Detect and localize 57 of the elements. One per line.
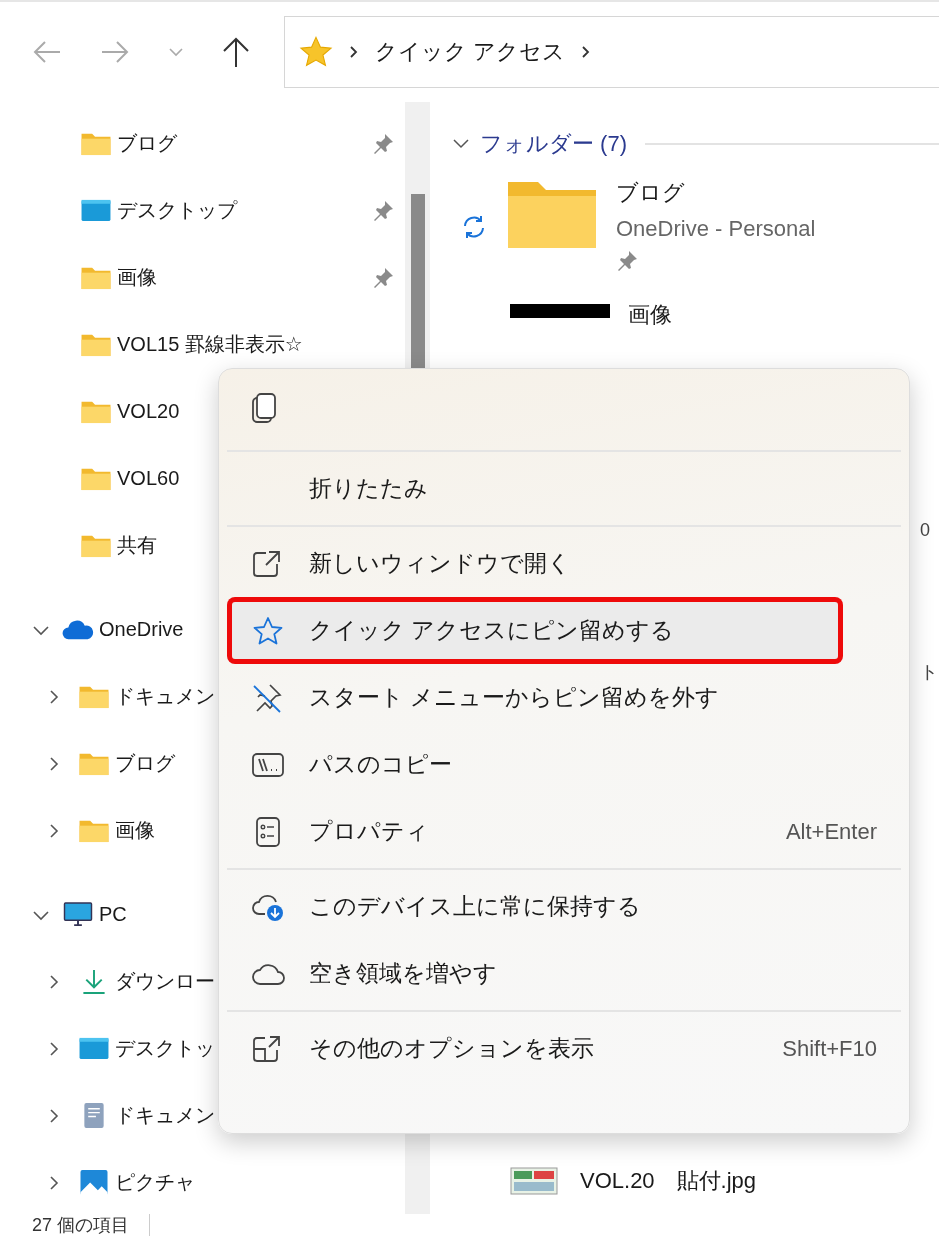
file-item[interactable]: VOL.20 貼付.jpg — [510, 1166, 757, 1196]
shortcut-text: Alt+Enter — [785, 818, 877, 845]
nav-item-label: 画像 — [115, 818, 155, 843]
column-text: ト — [920, 661, 938, 684]
menu-item[interactable]: 折りたたみ — [227, 455, 901, 522]
shortcut-text: Shift+F10 — [782, 1035, 877, 1062]
menu-item[interactable]: パスのコピー — [227, 731, 901, 798]
nav-item-label: デスクトップ — [117, 198, 237, 223]
nav-item-label: VOL20 — [117, 400, 180, 423]
nav-item[interactable]: VOL15 罫線非表示☆ — [0, 311, 405, 378]
up-icon[interactable] — [222, 36, 250, 68]
nav-item[interactable]: ドキュメン — [0, 1082, 405, 1149]
nav-item-label: デスクトッ — [115, 1036, 215, 1061]
picture-icon — [78, 1169, 110, 1196]
menu-item[interactable]: その他のオプションを表示 Shift+F10 — [227, 1015, 901, 1082]
star-icon — [299, 36, 333, 68]
group-header[interactable]: フォルダー (7) — [480, 129, 627, 159]
monitor-icon — [62, 901, 94, 928]
image-thumbnail-icon — [510, 1167, 558, 1195]
menu-item[interactable]: このデバイス上に常に保持する — [227, 873, 901, 940]
address-bar[interactable]: クイック アクセス — [284, 16, 939, 88]
nav-item-label: ドキュメン — [115, 684, 215, 709]
star-icon — [251, 615, 285, 646]
folder-location: OneDrive - Personal — [616, 216, 816, 242]
nav-item-label: VOL15 罫線非表示☆ — [117, 332, 303, 357]
nav-item-label: ドキュメン — [115, 1103, 215, 1128]
chevron-icon[interactable] — [581, 45, 592, 59]
nav-item-label: ダウンロー — [115, 969, 215, 994]
nav-item-label: ブログ — [115, 751, 175, 776]
copy-icon — [251, 392, 277, 424]
nav-item[interactable]: VOL20 — [0, 378, 405, 445]
nav-item-label: VOL60 — [117, 467, 180, 490]
breadcrumb[interactable]: クイック アクセス — [375, 37, 566, 67]
nav-item[interactable]: ピクチャ — [0, 1149, 405, 1214]
nav-item-label: PC — [99, 903, 127, 926]
menu-item[interactable]: 新しいウィンドウで開く — [227, 530, 901, 597]
chevron-icon — [349, 45, 359, 59]
folder-name[interactable]: ブログ — [616, 178, 816, 208]
menu-item[interactable]: プロパティ Alt+Enter — [227, 798, 901, 865]
desktop-icon — [80, 197, 112, 224]
item-count: 27 個の項目 — [32, 1214, 130, 1236]
nav-item[interactable]: 画像 — [0, 244, 405, 311]
menu-item[interactable]: クイック アクセスにピン留めする — [227, 597, 843, 664]
column-text: 0 — [920, 520, 930, 541]
nav-item-label: 共有 — [117, 533, 157, 558]
nav-item-label: 画像 — [117, 265, 157, 290]
nav-item-label: OneDrive — [99, 618, 184, 641]
nav-item-label: ピクチャ — [115, 1170, 195, 1195]
nav-item[interactable]: ブログ — [0, 110, 405, 177]
nav-item-label: ブログ — [117, 131, 177, 156]
menu-item[interactable]: 空き領域を増やす — [227, 940, 901, 1007]
chevron-icon[interactable] — [452, 138, 470, 150]
menu-item[interactable]: スタート メニューからピン留めを外す — [227, 664, 901, 731]
folder-name[interactable]: 画像 — [628, 300, 672, 330]
desktop-icon — [78, 1035, 110, 1062]
nav-item[interactable]: デスクトップ — [0, 177, 405, 244]
file-name: VOL.20 貼付.jpg — [580, 1167, 757, 1195]
